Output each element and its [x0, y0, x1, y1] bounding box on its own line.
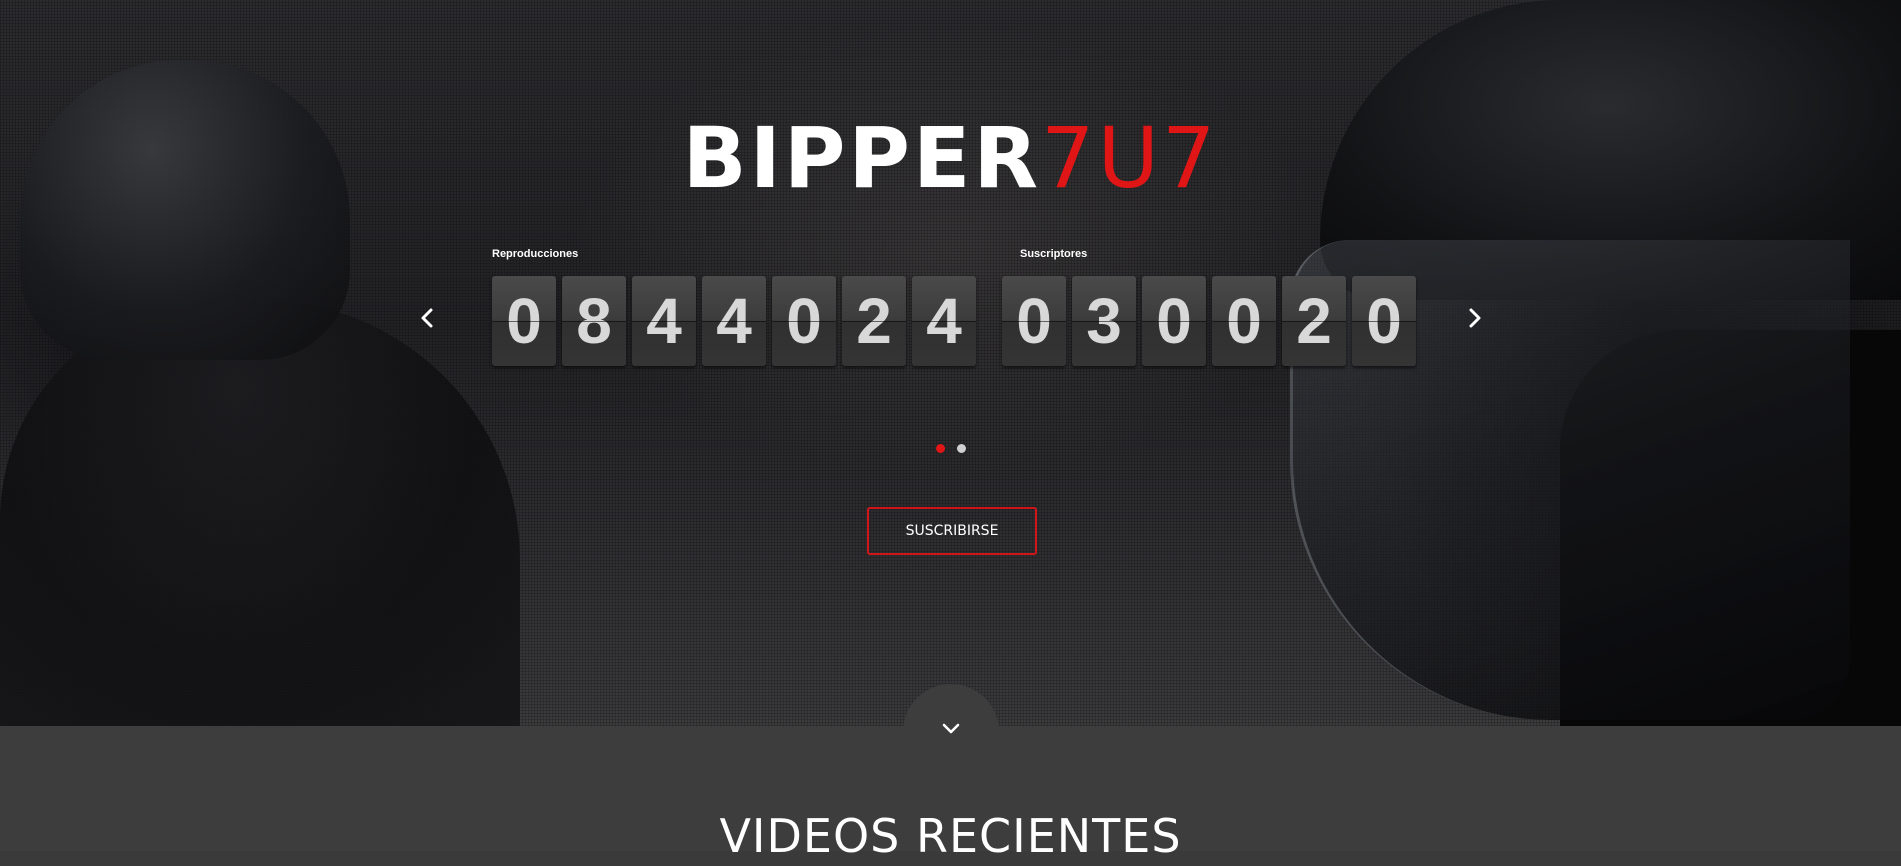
chevron-left-icon [421, 308, 433, 328]
views-digit: 4 [912, 276, 976, 366]
chevron-right-icon [1469, 308, 1481, 328]
subscribers-digit: 2 [1282, 276, 1346, 366]
subscribers-digit: 0 [1142, 276, 1206, 366]
subscribers-digit: 0 [1002, 276, 1066, 366]
carousel-dot-1[interactable] [936, 444, 945, 453]
background-helmet-left [20, 60, 350, 360]
views-digit: 0 [492, 276, 556, 366]
subscribers-digit: 0 [1352, 276, 1416, 366]
subscribers-counter-label: Suscriptores [1020, 248, 1088, 260]
views-digit: 8 [562, 276, 626, 366]
site-logo[interactable]: BIPPER7U7 [0, 108, 1901, 208]
recent-videos-title: VIDEOS RECIENTES [719, 809, 1182, 863]
views-digit: 0 [772, 276, 836, 366]
background-figure-left [0, 300, 520, 726]
views-counter: 0 8 4 4 0 2 4 [492, 276, 976, 366]
carousel-dot-2[interactable] [957, 444, 966, 453]
subscribe-button[interactable]: SUSCRIBIRSE [867, 507, 1037, 555]
subscribers-counter: 0 3 0 0 2 0 [1002, 276, 1416, 366]
carousel-prev-button[interactable] [411, 302, 443, 334]
hero-banner: BIPPER7U7 Reproducciones 0 8 4 4 0 2 4 S… [0, 0, 1901, 726]
views-digit: 4 [702, 276, 766, 366]
logo-main-text: BIPPER [682, 109, 1042, 207]
chevron-down-icon [942, 723, 960, 734]
subscribers-digit: 0 [1212, 276, 1276, 366]
logo-accent-text: 7U7 [1041, 109, 1219, 207]
views-digit: 2 [842, 276, 906, 366]
scroll-down-button[interactable] [903, 684, 999, 780]
subscribers-digit: 3 [1072, 276, 1136, 366]
carousel-next-button[interactable] [1459, 302, 1491, 334]
carousel-indicators [936, 444, 966, 453]
views-counter-label: Reproducciones [492, 248, 579, 260]
views-digit: 4 [632, 276, 696, 366]
